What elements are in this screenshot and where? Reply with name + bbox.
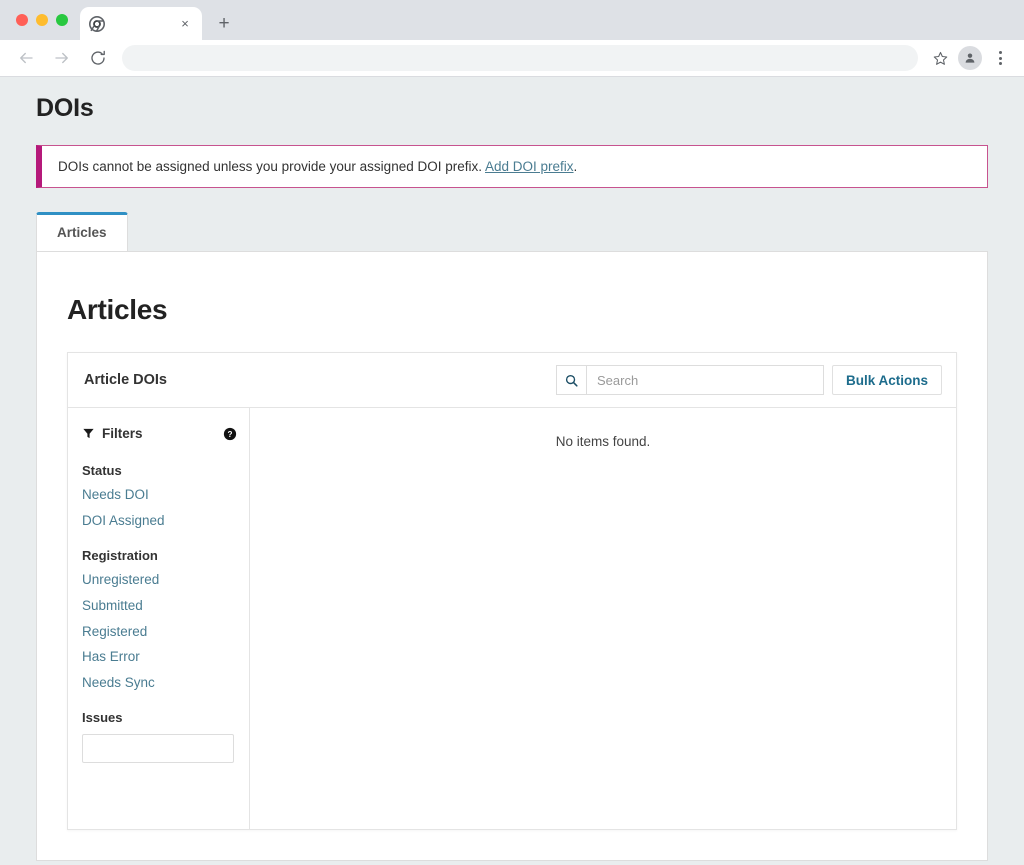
filter-group-registration: Registration Unregistered Submitted Regi… — [82, 548, 249, 692]
kebab-menu-icon — [998, 51, 1002, 65]
filter-group-issues: Issues — [82, 710, 249, 764]
star-icon — [933, 51, 947, 65]
funnel-icon — [83, 428, 94, 439]
article-dois-card: Article DOIs Bulk Actions — [67, 352, 957, 830]
filter-group-title: Registration — [82, 547, 158, 563]
filter-link-unregistered[interactable]: Unregistered — [82, 572, 249, 589]
doi-prefix-notice: DOIs cannot be assigned unless you provi… — [36, 145, 988, 188]
tab-articles[interactable]: Articles — [36, 211, 128, 251]
search-group — [555, 365, 824, 395]
close-window-button[interactable] — [16, 14, 28, 26]
search-icon-button[interactable] — [555, 365, 586, 395]
person-icon — [965, 53, 975, 63]
filter-link-needs-sync[interactable]: Needs Sync — [82, 675, 249, 692]
search-input[interactable] — [585, 365, 824, 395]
filter-link-has-error[interactable]: Has Error — [82, 649, 249, 666]
bulk-actions-button[interactable]: Bulk Actions — [831, 365, 942, 395]
filters-title: Filters — [102, 426, 143, 441]
issues-label: Issues — [82, 710, 123, 726]
forward-button[interactable] — [47, 43, 77, 73]
help-circle-icon[interactable]: ? — [223, 427, 237, 441]
window-controls — [10, 0, 80, 40]
back-button[interactable] — [11, 43, 41, 73]
filter-link-doi-assigned[interactable]: DOI Assigned — [82, 513, 249, 530]
close-tab-button[interactable]: × — [177, 16, 193, 32]
minimize-window-button[interactable] — [36, 14, 48, 26]
card-header: Article DOIs Bulk Actions — [68, 353, 956, 408]
avatar — [958, 46, 982, 70]
filter-link-registered[interactable]: Registered — [82, 624, 249, 641]
reload-button[interactable] — [83, 43, 113, 73]
browser-toolbar — [0, 40, 1024, 77]
arrow-left-icon — [20, 52, 33, 64]
filter-group-status: Status Needs DOI DOI Assigned — [82, 463, 249, 530]
articles-tab-panel: Articles Article DOIs Search Bulk Action… — [36, 251, 988, 861]
card-body: Filters ? Status Needs DOI DOI Assigned — [68, 408, 956, 829]
page-title: DOIs — [36, 94, 94, 122]
tab-bar: Articles — [36, 210, 988, 251]
maximize-window-button[interactable] — [56, 14, 68, 26]
page-viewport: DOIs DOIs cannot be assigned unless you … — [0, 78, 1024, 865]
svg-text:?: ? — [228, 429, 233, 438]
chrome-favicon — [89, 15, 105, 32]
notice-text-suffix: . — [573, 159, 578, 174]
reload-icon — [91, 50, 105, 65]
profile-button[interactable] — [956, 44, 984, 72]
toolbar-right-actions — [926, 44, 1016, 72]
arrow-right-icon — [55, 52, 68, 64]
address-bar[interactable] — [122, 45, 918, 71]
add-doi-prefix-link[interactable]: Add DOI prefix — [485, 159, 574, 174]
filter-group-title: Status — [82, 463, 122, 478]
browser-tabstrip: × + — [0, 0, 1024, 40]
browser-tab[interactable]: × — [80, 7, 202, 40]
filters-header: Filters ? — [82, 426, 249, 441]
browser-window: × + DOIs DOIs cannot be assigned unless … — [0, 0, 1024, 865]
bookmark-button[interactable] — [926, 44, 954, 72]
filter-link-needs-doi[interactable]: Needs DOI — [82, 487, 249, 504]
new-tab-button[interactable]: + — [210, 9, 238, 37]
empty-state-message: No items found. — [555, 434, 651, 449]
browser-menu-button[interactable] — [986, 44, 1014, 72]
issues-input[interactable] — [82, 734, 234, 764]
results-area: No items found. — [250, 408, 956, 829]
page-container: DOIs DOIs cannot be assigned unless you … — [0, 78, 1024, 861]
filters-sidebar: Filters ? Status Needs DOI DOI Assigned — [68, 408, 250, 829]
notice-text: DOIs cannot be assigned unless you provi… — [58, 159, 482, 174]
filter-link-submitted[interactable]: Submitted — [82, 598, 249, 615]
section-title: Articles — [67, 294, 168, 325]
search-icon — [565, 374, 578, 387]
card-title: Article DOIs — [84, 372, 167, 388]
